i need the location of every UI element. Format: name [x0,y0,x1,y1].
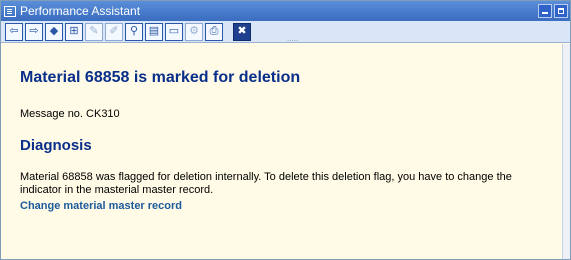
page-title: Material 68858 is marked for deletion [20,69,301,86]
forward-arrow-icon: ⇨ [29,25,39,37]
minimize-icon[interactable] [538,4,552,18]
message-number: Message no. CK310 [20,108,120,120]
display-icon: ▭ [168,25,180,37]
window-icon [4,5,16,17]
find-button[interactable]: ⚲ [125,22,143,41]
window-title: Performance Assistant [20,4,141,18]
note-icon: ✐ [109,25,119,37]
bookmark-icon: ◆ [49,25,59,37]
close-icon: ✖ [237,25,247,37]
find-icon: ⚲ [129,25,139,37]
diagnosis-heading: Diagnosis [20,137,92,154]
back-button[interactable]: ⇦ [5,22,23,41]
diagnosis-text: Material 68858 was flagged for deletion … [20,171,512,196]
document-icon: ▤ [148,25,160,37]
bookmark-button[interactable]: ◆ [45,22,63,41]
forward-button[interactable]: ⇨ [25,22,43,41]
edit-button[interactable]: ✎ [85,22,103,41]
structure-icon: ⊞ [69,25,79,37]
technical-info-icon: ⚙ [189,25,199,37]
back-arrow-icon: ⇦ [9,25,19,37]
edit-icon: ✎ [89,25,99,37]
technical-info-button[interactable]: ⚙ [185,22,203,41]
print-icon: ⎙ [209,25,219,37]
close-button[interactable]: ✖ [233,22,251,41]
print-button[interactable]: ⎙ [205,22,223,41]
document-button[interactable]: ▤ [145,22,163,41]
window-controls [538,4,568,18]
change-material-master-link[interactable]: Change material master record [20,200,182,212]
structure-button[interactable]: ⊞ [65,22,83,41]
toolbar-grip[interactable]: ..... [287,34,298,43]
note-button[interactable]: ✐ [105,22,123,41]
performance-assistant-window: Performance Assistant ⇦ ⇨ ◆ ⊞ ✎ ✐ ⚲ ▤ ▭ … [0,0,571,260]
toolbar: ⇦ ⇨ ◆ ⊞ ✎ ✐ ⚲ ▤ ▭ ⚙ ⎙ ✖ ..... [1,21,570,43]
display-button[interactable]: ▭ [165,22,183,41]
message-content: Material 68858 is marked for deletion Me… [1,44,562,259]
title-bar[interactable]: Performance Assistant [1,1,570,21]
maximize-icon[interactable] [554,4,568,18]
vertical-scrollbar[interactable] [562,44,570,259]
